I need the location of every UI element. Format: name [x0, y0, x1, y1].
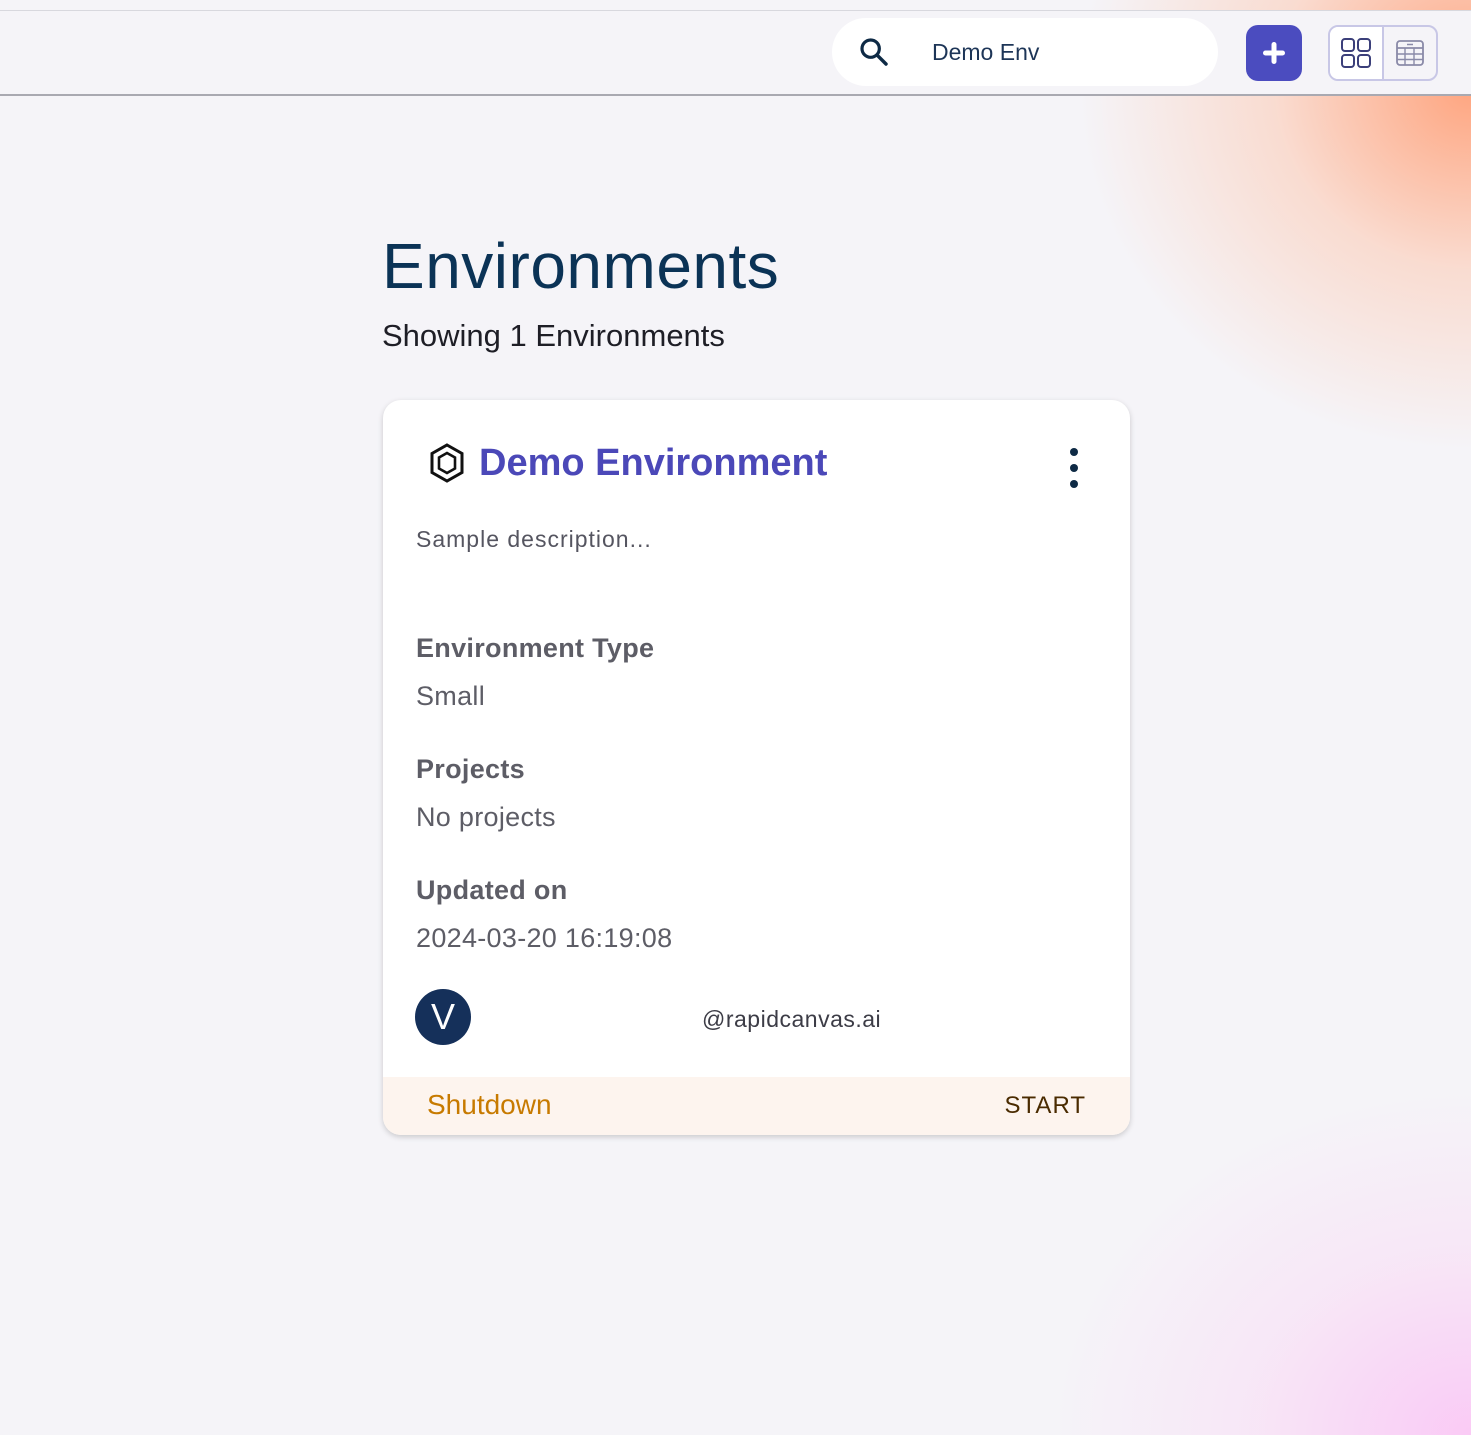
kebab-dot	[1070, 464, 1078, 472]
environment-description: Sample description...	[416, 526, 652, 552]
top-bar	[0, 10, 1471, 96]
page-title: Environments	[382, 230, 780, 302]
grid-view-button[interactable]	[1330, 27, 1384, 79]
projects-value: No projects	[416, 802, 556, 832]
owner-email: @rapidcanvas.ai	[702, 1006, 882, 1032]
environment-type-label: Environment Type	[416, 633, 655, 663]
projects-label: Projects	[416, 754, 525, 784]
start-button[interactable]: START	[1005, 1092, 1086, 1120]
card-header: Demo Environment	[427, 440, 827, 486]
kebab-dot	[1070, 448, 1078, 456]
updated-on-value: 2024-03-20 16:19:08	[416, 923, 673, 953]
hexagon-icon	[430, 443, 464, 483]
environment-name-link[interactable]: Demo Environment	[479, 440, 827, 486]
grid-view-icon	[1341, 38, 1371, 68]
table-view-icon	[1396, 40, 1424, 66]
page-header: Environments Showing 1 Environments	[382, 228, 779, 354]
updated-on-label: Updated on	[416, 875, 568, 905]
search-icon[interactable]	[858, 36, 890, 68]
more-options-icon[interactable]	[1061, 448, 1087, 488]
status-badge: Shutdown	[427, 1089, 552, 1120]
plus-icon	[1263, 42, 1285, 64]
search-input[interactable]	[932, 34, 1202, 70]
table-view-button[interactable]	[1384, 27, 1436, 79]
kebab-dot	[1070, 480, 1078, 488]
add-environment-button[interactable]	[1246, 25, 1302, 81]
card-footer: Shutdown START	[383, 1077, 1130, 1135]
search-box[interactable]	[832, 18, 1218, 86]
environment-card[interactable]: Demo Environment Sample description... E…	[383, 400, 1130, 1135]
avatar: V	[415, 989, 471, 1045]
environment-type-value: Small	[416, 681, 486, 711]
view-toggle	[1328, 25, 1438, 81]
environment-count: Showing 1 Environments	[382, 318, 725, 353]
